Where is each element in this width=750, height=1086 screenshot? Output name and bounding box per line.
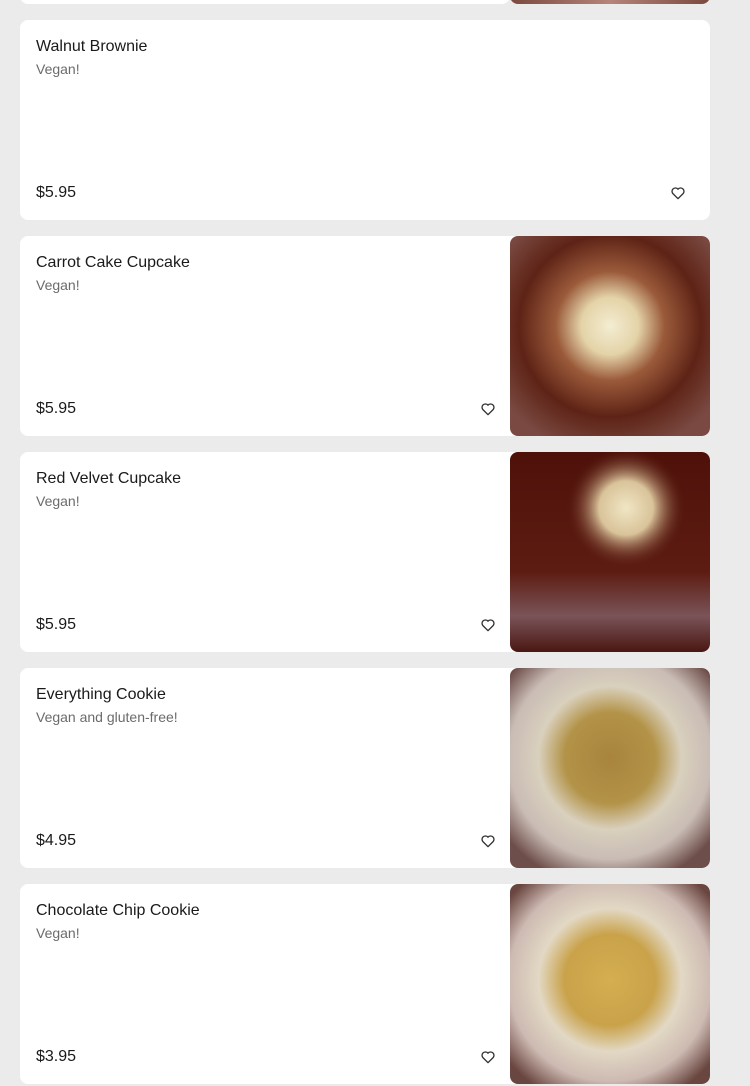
- menu-item-price: $5.95: [36, 616, 77, 633]
- carrot-cake-cupcake-image: [510, 236, 710, 436]
- menu-item-description: Vegan!: [36, 925, 80, 941]
- menu-item-name: Chocolate Chip Cookie: [36, 902, 200, 919]
- menu-item-description: Vegan!: [36, 277, 80, 293]
- favorite-button[interactable]: [476, 1045, 500, 1069]
- heart-outline-icon: [481, 835, 495, 848]
- menu-item-name: Carrot Cake Cupcake: [36, 254, 190, 271]
- menu-list: Walnut Brownie Vegan! $5.95 Carrot Cake …: [0, 0, 750, 1086]
- menu-item-name: Everything Cookie: [36, 686, 166, 703]
- favorite-button[interactable]: [476, 397, 500, 421]
- menu-item-name: Walnut Brownie: [36, 38, 148, 55]
- heart-outline-icon: [671, 187, 685, 200]
- heart-outline-icon: [481, 403, 495, 416]
- menu-item-card[interactable]: Red Velvet Cupcake Vegan! $5.95: [20, 452, 710, 652]
- previous-menu-item-card[interactable]: [20, 0, 510, 4]
- previous-menu-item-image: [510, 0, 710, 4]
- menu-item-card[interactable]: Carrot Cake Cupcake Vegan! $5.95: [20, 236, 710, 436]
- red-velvet-cupcake-image: [510, 452, 710, 652]
- menu-item-card[interactable]: Everything Cookie Vegan and gluten-free!…: [20, 668, 710, 868]
- favorite-button[interactable]: [476, 613, 500, 637]
- menu-item-description: Vegan!: [36, 493, 80, 509]
- chocolate-chip-cookie-image: [510, 884, 710, 1084]
- menu-item-description: Vegan!: [36, 61, 80, 77]
- menu-item-price: $3.95: [36, 1048, 77, 1065]
- menu-item-price: $5.95: [36, 184, 77, 201]
- menu-item-description: Vegan and gluten-free!: [36, 709, 178, 725]
- everything-cookie-image: [510, 668, 710, 868]
- heart-outline-icon: [481, 619, 495, 632]
- menu-item-price: $5.95: [36, 400, 77, 417]
- menu-item-card[interactable]: Walnut Brownie Vegan! $5.95: [20, 20, 710, 220]
- favorite-button[interactable]: [476, 829, 500, 853]
- heart-outline-icon: [481, 1051, 495, 1064]
- menu-item-name: Red Velvet Cupcake: [36, 470, 181, 487]
- menu-item-card[interactable]: Chocolate Chip Cookie Vegan! $3.95: [20, 884, 710, 1084]
- favorite-button[interactable]: [666, 181, 690, 205]
- menu-item-price: $4.95: [36, 832, 77, 849]
